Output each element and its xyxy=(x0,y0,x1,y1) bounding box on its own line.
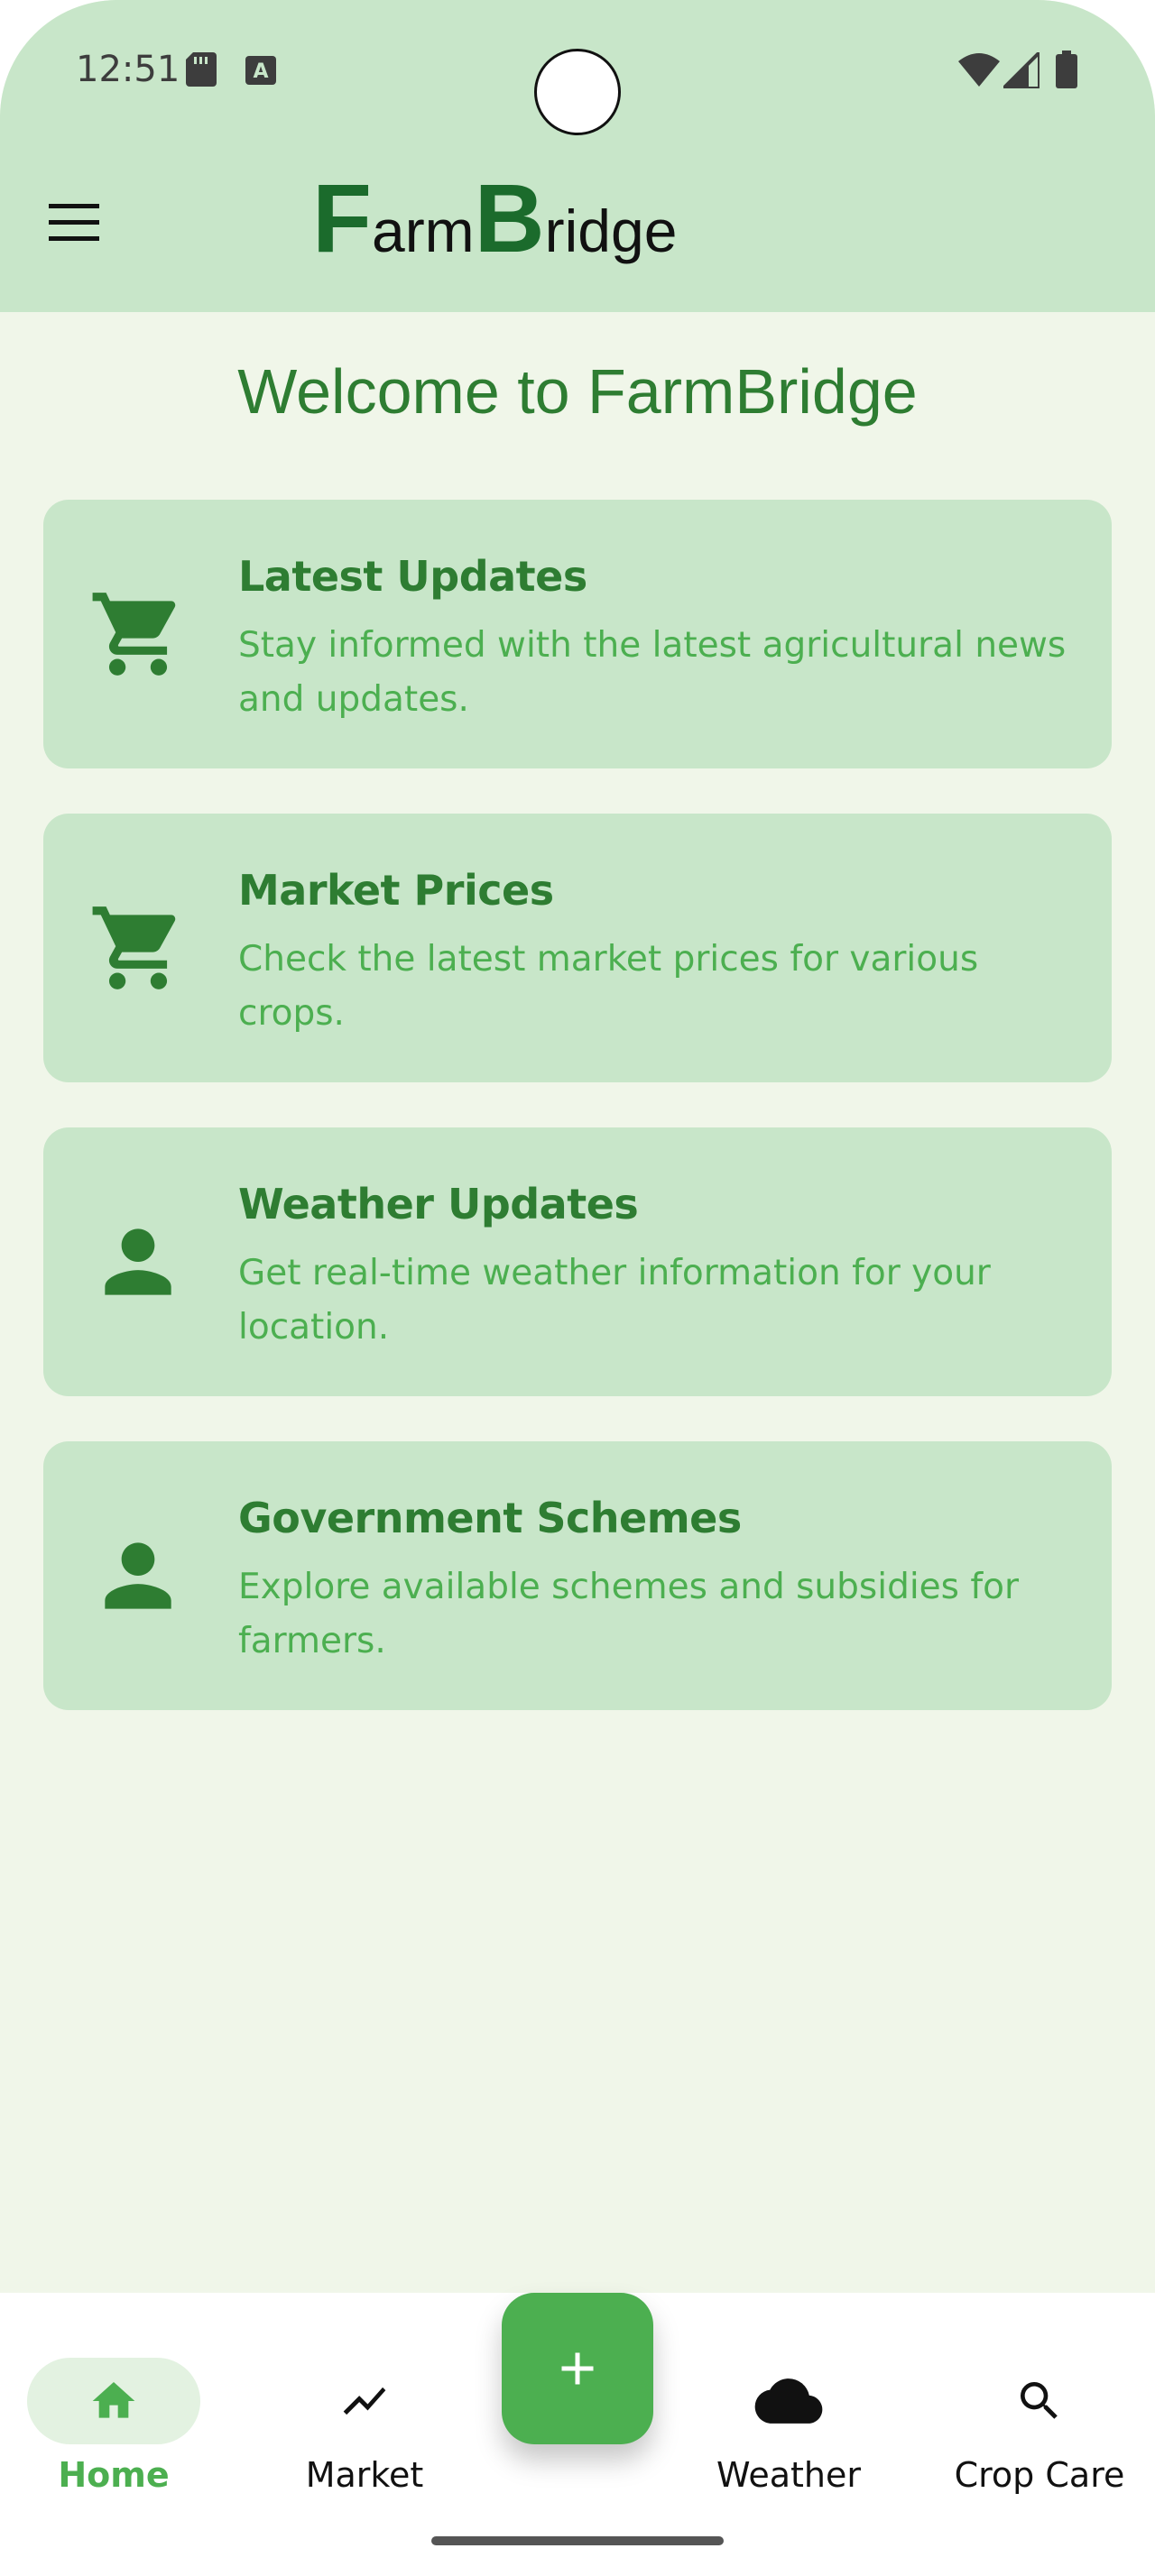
nav-weather[interactable]: Weather xyxy=(680,2325,897,2506)
top-app-bar: 12:51 A F arm B ridge xyxy=(0,0,1155,312)
wifi-icon xyxy=(958,53,1000,87)
card-market-prices[interactable]: Market Prices Check the latest market pr… xyxy=(43,814,1112,1082)
logo-letter-f: F xyxy=(312,163,372,272)
front-camera xyxy=(534,49,621,135)
hamburger-menu-icon[interactable] xyxy=(49,204,99,247)
card-title: Weather Updates xyxy=(238,1180,639,1228)
app-logo: F arm B ridge xyxy=(312,170,677,278)
nav-home[interactable]: Home xyxy=(27,2325,200,2506)
nav-label: Market xyxy=(305,2455,424,2495)
nav-market[interactable]: Market xyxy=(256,2325,473,2506)
nav-label: Weather xyxy=(716,2455,861,2495)
status-time: 12:51 xyxy=(76,49,180,90)
card-description: Stay informed with the latest agricultur… xyxy=(238,625,1067,720)
card-description: Explore available schemes and subsidies … xyxy=(238,1567,1019,1661)
person-icon xyxy=(105,1542,171,1609)
cart-icon xyxy=(92,593,176,676)
card-government-schemes[interactable]: Government Schemes Explore available sch… xyxy=(43,1441,1112,1710)
nav-crop-care[interactable]: Crop Care xyxy=(935,2325,1144,2506)
home-icon xyxy=(92,2382,135,2418)
card-latest-updates[interactable]: Latest Updates Stay informed with the la… xyxy=(43,500,1112,768)
nav-label: Home xyxy=(58,2455,170,2495)
card-title: Government Schemes xyxy=(238,1494,742,1542)
welcome-heading: Welcome to FarmBridge xyxy=(237,356,918,427)
cart-icon xyxy=(92,906,176,989)
app-screen: 12:51 A F arm B ridge Welcome to FarmBri… xyxy=(0,0,1155,2576)
search-icon xyxy=(1021,2382,1058,2419)
signal-icon xyxy=(1003,52,1040,88)
card-description: Check the latest market prices for vario… xyxy=(238,939,979,1034)
card-description: Get real-time weather information for yo… xyxy=(238,1253,991,1348)
card-weather-updates[interactable]: Weather Updates Get real-time weather in… xyxy=(43,1127,1112,1396)
battery-icon xyxy=(1056,51,1077,88)
nav-label: Crop Care xyxy=(954,2455,1125,2495)
logo-text-arm: arm xyxy=(371,198,475,264)
card-title: Latest Updates xyxy=(238,552,587,601)
a-notification-icon: A xyxy=(245,56,276,85)
cloud-icon xyxy=(754,2378,823,2424)
person-icon xyxy=(105,1228,171,1295)
logo-letter-b: B xyxy=(474,163,545,272)
bottom-navigation: Home Market Weather Crop Care xyxy=(0,2293,1155,2576)
gesture-home-indicator[interactable] xyxy=(431,2536,724,2545)
logo-text-ridge: ridge xyxy=(544,198,678,264)
svg-text:A: A xyxy=(253,60,268,83)
trend-icon xyxy=(343,2387,386,2415)
sd-card-icon xyxy=(186,52,217,87)
plus-icon xyxy=(561,2352,594,2385)
card-title: Market Prices xyxy=(238,866,554,915)
add-fab-button[interactable] xyxy=(502,2293,653,2444)
